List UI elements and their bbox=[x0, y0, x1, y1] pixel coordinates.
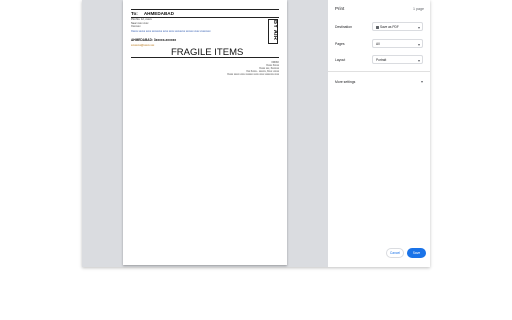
from-line: Xxxxx xxxxx xxxx xxxxxxx xxxx xxxx xxxxx… bbox=[227, 73, 279, 76]
destination-text: AHMEDABAD bbox=[143, 11, 174, 16]
destination-select[interactable]: Save as PDF ▾ bbox=[372, 22, 423, 31]
to-underline bbox=[131, 17, 279, 18]
sheet-count: 1 page bbox=[413, 7, 424, 11]
settings-divider bbox=[328, 71, 430, 72]
print-title: Print bbox=[335, 6, 345, 11]
by-air-label: BY AIR bbox=[272, 20, 278, 41]
chevron-down-icon: ▾ bbox=[417, 57, 420, 63]
layout-select[interactable]: Portrait ▾ bbox=[372, 55, 423, 64]
destination-value: Save as PDF bbox=[380, 25, 399, 29]
preview-page: To: AHMEDABAD Plot No. 12, xxxxx Near xxx… bbox=[123, 0, 287, 265]
top-rule bbox=[131, 9, 279, 10]
layout-value: Portrait bbox=[376, 58, 387, 62]
chevron-down-icon: ▾ bbox=[417, 41, 420, 47]
pages-value: All bbox=[376, 42, 380, 46]
address-line: Xxxxxxx bbox=[131, 25, 141, 28]
destination-label: Destination bbox=[335, 25, 352, 29]
cancel-button[interactable]: Cancel bbox=[386, 248, 404, 258]
print-settings-panel: Print 1 page Destination Save as PDF ▾ P… bbox=[328, 0, 430, 267]
email-line: xxxxxxxx@xxxxx.xxx bbox=[131, 44, 155, 47]
to-line: To: AHMEDABAD bbox=[131, 11, 174, 16]
more-settings-toggle[interactable]: More settings bbox=[335, 80, 355, 84]
to-prefix: To: bbox=[131, 11, 138, 16]
fragile-label: FRAGILE ITEMS bbox=[171, 47, 244, 58]
pages-select[interactable]: All ▾ bbox=[372, 39, 423, 48]
city-line: AHMEDABAD: 3xxxxx-xxxxxx bbox=[131, 38, 177, 42]
pages-label: Pages bbox=[335, 42, 345, 46]
print-preview-area: To: AHMEDABAD Plot No. 12, xxxxx Near xxx… bbox=[82, 0, 328, 267]
chevron-down-icon: ▾ bbox=[417, 24, 420, 30]
save-button[interactable]: Save bbox=[407, 248, 426, 258]
layout-label: Layout bbox=[335, 58, 346, 62]
from-block: FROM: Xxxxx Xxxxx Xxxxx xxx, Xxxxxxx Xxx… bbox=[227, 62, 279, 77]
print-dialog: To: AHMEDABAD Plot No. 12, xxxxx Near xxx… bbox=[82, 0, 430, 267]
address-line: Xxxxx xxxxx xxxx xxxxxxxx xxxx xxxx xxxx… bbox=[131, 29, 211, 33]
chevron-down-icon[interactable]: ▾ bbox=[421, 79, 423, 84]
printer-icon bbox=[375, 25, 379, 29]
